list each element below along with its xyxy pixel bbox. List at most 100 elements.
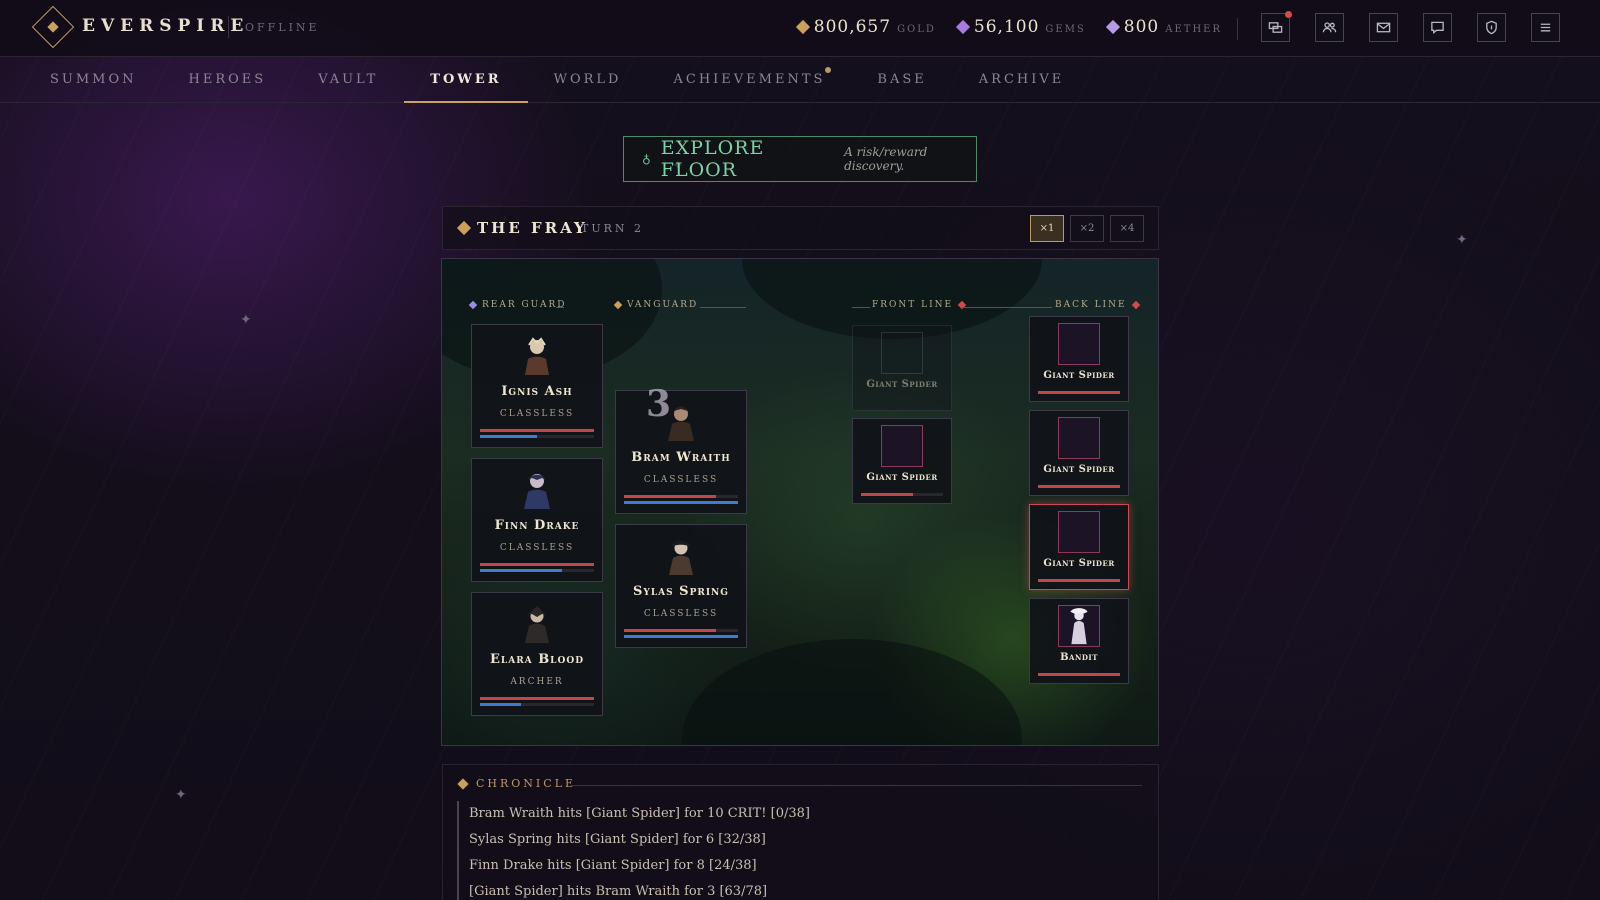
- divider: [700, 307, 746, 308]
- log-entry: Bram Wraith hits [Giant Spider] for 10 C…: [457, 801, 810, 827]
- squads-button[interactable]: [1261, 11, 1292, 42]
- hero-card-finn-drake[interactable]: Finn Drake CLASSLESS: [471, 458, 603, 582]
- mail-button[interactable]: [1369, 13, 1398, 42]
- hero-portrait-icon: [669, 541, 693, 575]
- diamond-icon: [468, 300, 478, 310]
- currency-gems: 56,100 GEMS: [955, 17, 1086, 37]
- hp-bar: [861, 493, 943, 496]
- divider: [962, 307, 1052, 308]
- rear-guard-label: REAR GUARD: [468, 300, 566, 310]
- friends-icon: [1322, 22, 1337, 33]
- hp-bar-fill: [1038, 579, 1120, 582]
- tab-heroes[interactable]: HEROES: [163, 57, 293, 103]
- shield-icon: [1486, 20, 1497, 35]
- hero-class: CLASSLESS: [499, 543, 575, 553]
- notification-dot: [1285, 11, 1292, 18]
- gold-value: 800,657: [813, 17, 892, 37]
- hero-name: Bram Wraith: [631, 450, 731, 465]
- vanguard-text: VANGUARD: [627, 300, 699, 310]
- hero-card-ignis-ash[interactable]: Ignis Ash CLASSLESS: [471, 324, 603, 448]
- chronicle-title: CHRONICLE: [476, 777, 577, 790]
- notification-dot: [825, 67, 832, 73]
- hp-bar-fill: [1038, 391, 1120, 394]
- tab-tower[interactable]: TOWER: [404, 57, 528, 103]
- hero-class: CLASSLESS: [643, 609, 719, 619]
- hp-bar: [1038, 485, 1120, 488]
- aether-value: 800: [1123, 17, 1160, 37]
- hp-bar-fill: [1038, 485, 1120, 488]
- tab-achievements[interactable]: ACHIEVEMENTS: [647, 57, 851, 103]
- hero-portrait-icon: [524, 474, 550, 509]
- flask-icon: ♁: [642, 152, 651, 166]
- enemy-name: Giant Spider: [866, 379, 938, 390]
- enemy-card-giant-spider[interactable]: Giant Spider: [852, 325, 952, 411]
- speed-x2-button[interactable]: ×2: [1070, 215, 1104, 242]
- header-actions: [1261, 11, 1560, 42]
- hero-class: ARCHER: [510, 677, 564, 687]
- mana-bar-fill: [480, 435, 537, 438]
- mana-bar-fill: [480, 703, 522, 706]
- speed-x1-button[interactable]: ×1: [1030, 215, 1064, 242]
- spider-portrait-icon: [1058, 323, 1100, 365]
- hero-portrait-icon: [525, 337, 549, 375]
- log-entry: [Giant Spider] hits Bram Wraith for 3 [6…: [457, 879, 810, 900]
- divider: [228, 16, 229, 38]
- hp-bar-fill: [624, 629, 717, 632]
- spider-portrait-icon: [1058, 417, 1100, 459]
- speed-x4-button[interactable]: ×4: [1110, 215, 1144, 242]
- tab-vault[interactable]: VAULT: [292, 57, 404, 103]
- tab-base[interactable]: BASE: [851, 57, 952, 103]
- hero-name: Ignis Ash: [501, 384, 573, 399]
- fray-header: THE FRAY TURN 2 ×1 ×2 ×4: [442, 206, 1159, 250]
- hp-bar: [1038, 673, 1120, 676]
- hero-name: Finn Drake: [494, 518, 580, 533]
- chat-icon: [1431, 21, 1444, 35]
- enemy-name: Giant Spider: [866, 472, 938, 483]
- hp-bar: [1038, 579, 1120, 582]
- hero-class: CLASSLESS: [643, 475, 719, 485]
- enemy-card-giant-spider[interactable]: Giant Spider: [1029, 316, 1129, 402]
- guild-button[interactable]: [1477, 13, 1506, 42]
- spider-portrait-icon: [881, 425, 923, 467]
- aether-icon: [1105, 19, 1120, 35]
- tab-world[interactable]: WORLD: [528, 57, 648, 103]
- currency-bar: 800,657 GOLD 56,100 GEMS 800 AETHER: [795, 17, 1222, 37]
- enemy-card-giant-spider-targeted[interactable]: Giant Spider: [1029, 504, 1129, 590]
- hp-bar: [480, 429, 594, 432]
- enemy-name: Bandit: [1060, 652, 1098, 663]
- chat-button[interactable]: [1423, 13, 1452, 42]
- explore-title: EXPLORE FLOOR: [660, 137, 765, 181]
- hero-card-elara-blood[interactable]: Elara Blood ARCHER: [471, 592, 603, 716]
- hp-bar: [624, 495, 738, 498]
- vanguard-label: VANGUARD: [613, 300, 699, 310]
- menu-icon: [1540, 23, 1551, 32]
- enemy-card-bandit[interactable]: Bandit: [1029, 598, 1129, 684]
- hero-class: CLASSLESS: [499, 409, 575, 419]
- explore-floor-button[interactable]: ♁ EXPLORE FLOOR A risk/reward discovery.: [623, 136, 977, 182]
- tab-achievements-label: ACHIEVEMENTS: [673, 72, 826, 87]
- sparkle-icon: ✦: [1456, 232, 1468, 248]
- mana-bar: [624, 635, 738, 638]
- divider: [852, 307, 870, 308]
- connection-status: OFFLINE: [245, 21, 320, 34]
- aether-label: AETHER: [1165, 24, 1222, 35]
- bandit-figure-icon: [1070, 608, 1088, 645]
- enemy-card-giant-spider[interactable]: Giant Spider: [852, 418, 952, 504]
- gems-label: GEMS: [1045, 24, 1086, 35]
- mail-icon: [1376, 22, 1391, 33]
- hero-card-sylas-spring[interactable]: Sylas Spring CLASSLESS: [615, 524, 747, 648]
- hp-bar-fill: [1038, 673, 1120, 676]
- back-line-text: BACK LINE: [1055, 300, 1127, 310]
- tab-archive[interactable]: ARCHIVE: [953, 57, 1090, 103]
- friends-button[interactable]: [1315, 13, 1344, 42]
- diamond-icon: [1131, 300, 1140, 310]
- main-nav: SUMMON HEROES VAULT TOWER WORLD ACHIEVEM…: [0, 57, 1600, 103]
- tab-summon[interactable]: SUMMON: [24, 57, 163, 103]
- logo-icon[interactable]: [31, 5, 75, 49]
- log-entry: Finn Drake hits [Giant Spider] for 8 [24…: [457, 853, 810, 879]
- mana-bar: [624, 501, 738, 504]
- hero-card-bram-wraith[interactable]: 3 Bram Wraith CLASSLESS: [615, 383, 747, 514]
- enemy-card-giant-spider[interactable]: Giant Spider: [1029, 410, 1129, 496]
- sparkle-icon: ✦: [175, 787, 187, 803]
- menu-button[interactable]: [1531, 13, 1560, 42]
